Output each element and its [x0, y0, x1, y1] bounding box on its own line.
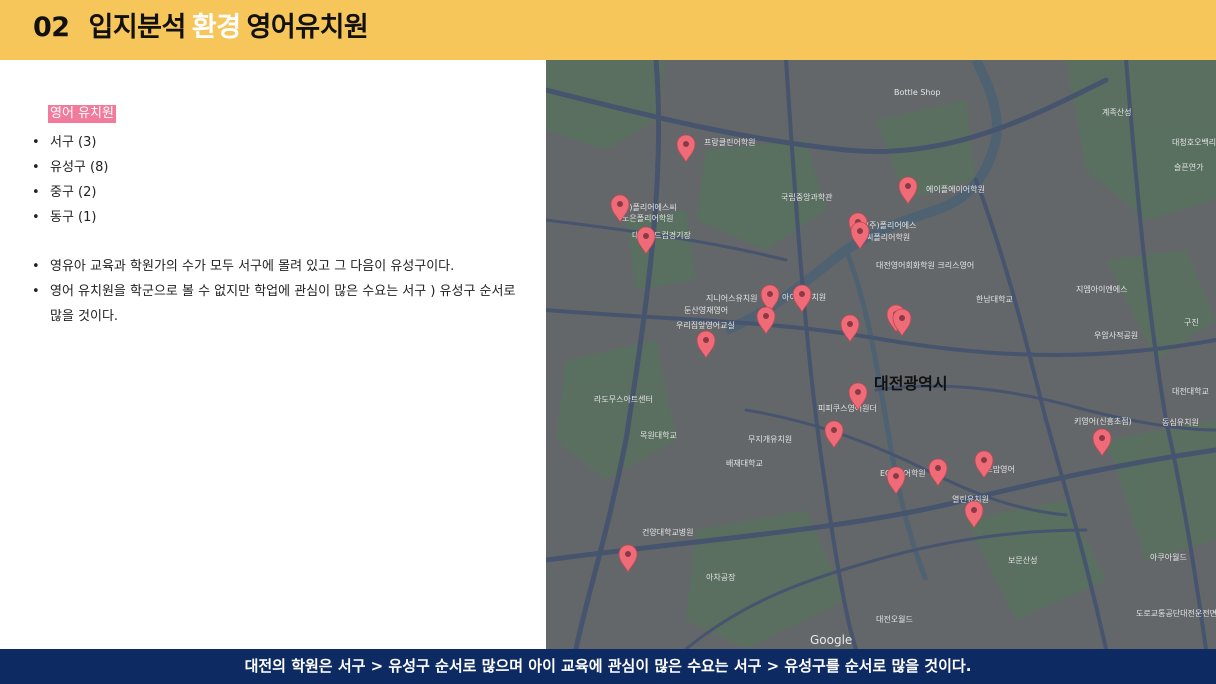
map-place-label: 아차공장	[706, 572, 736, 582]
map-place-label: 노은폴리어학원	[622, 213, 674, 223]
footer-text: 대전의 학원은 서구 > 유성구 순서로 많으며 아이 교육에 관심이 많은 수…	[244, 657, 972, 675]
map-place-label: 우암사적공원	[1094, 330, 1138, 340]
map-place-label: 건양대학교병원	[642, 527, 694, 537]
map-place-label: 국립중앙과학관	[781, 192, 833, 202]
district-item: 유성구 (8)	[32, 155, 532, 180]
map-place-label: (주)폴리어에스	[866, 220, 916, 230]
map-place-label: 에이플에이어학원	[926, 184, 985, 194]
district-item: 동구 (1)	[32, 205, 532, 230]
map-place-label: 슬픈연가	[1174, 162, 1204, 172]
map-place-label: 둔산영재영어	[684, 305, 728, 315]
map-place-label: Bottle Shop	[894, 88, 940, 97]
map-place-label: 대전영어회화학원 크리스영어	[876, 260, 974, 270]
notes-list: 영유아 교육과 학원가의 수가 모두 서구에 몰려 있고 그 다음이 유성구이다…	[32, 254, 522, 329]
map-place-label: 한남대학교	[976, 294, 1013, 304]
map-place-label: 피피쿠스영어원더	[818, 403, 877, 413]
map-place-label: 도로교통공단대전운전면허시험장	[1136, 608, 1216, 618]
title-part1: 입지분석	[88, 12, 186, 43]
map-place-label: 라도무스아트센터	[594, 394, 653, 404]
map-image: 대전광역시 프랑클린어학원 Bottle Shop 계족산성대청호오백리길슬픈연가에…	[546, 60, 1216, 649]
district-item: 중구 (2)	[32, 180, 532, 205]
map-place-label: 동심유치원	[1162, 417, 1199, 427]
map-place-label: 지니어스유치원	[706, 293, 758, 303]
district-list: 서구 (3) 유성구 (8) 중구 (2) 동구 (1)	[32, 130, 532, 230]
map-place-label: 보문산성	[1008, 555, 1037, 565]
map-place-label: 지엠아이엔에스	[1076, 284, 1128, 294]
map-place-label: 수)폴리어에스씨	[622, 202, 677, 212]
footer-bar: 대전의 학원은 서구 > 유성구 순서로 많으며 아이 교육에 관심이 많은 수…	[0, 649, 1216, 684]
map-place-label: 대전오월드	[876, 614, 913, 624]
city-label: 대전광역시	[874, 374, 948, 393]
map-place-label: 대청호오백리길	[1172, 137, 1216, 147]
google-logo: Google	[810, 633, 852, 647]
text-panel: 영어 유치원 서구 (3) 유성구 (8) 중구 (2) 동구 (1) 영유아 …	[0, 60, 546, 649]
map-canvas: 대전광역시 프랑클린어학원 Bottle Shop 계족산성대청호오백리길슬픈연가에…	[546, 60, 1216, 649]
map-place-label: 씨폴리어학원	[866, 232, 910, 242]
page-title: 02 입지분석 환경 영어유치원	[33, 11, 369, 45]
category-tag: 영어 유치원	[48, 105, 116, 123]
note-item: 영어 유치원을 학군으로 볼 수 없지만 학업에 관심이 많은 수요는 서구 )…	[32, 279, 522, 329]
map-place-label: 대전대학교	[1172, 386, 1209, 396]
title-part2: 영어유치원	[246, 12, 369, 43]
map-place-label: 키영어(신흥초점)	[1074, 416, 1132, 426]
map-place-label: 프랑클린어학원	[704, 137, 756, 147]
map-place-label: 배재대학교	[726, 458, 763, 468]
title-highlight: 환경	[191, 12, 241, 43]
map-place-label: 우리집앞영어교실	[676, 320, 735, 330]
header-bar: 02 입지분석 환경 영어유치원	[0, 0, 1216, 60]
map-place-label: 목원대학교	[640, 430, 677, 440]
map-place-label: 무지개유치원	[748, 434, 792, 444]
map-place-label: 계족산성	[1102, 107, 1131, 117]
note-item: 영유아 교육과 학원가의 수가 모두 서구에 몰려 있고 그 다음이 유성구이다…	[32, 254, 522, 279]
map-place-label: 구진	[1184, 317, 1199, 327]
section-number: 02	[33, 12, 70, 43]
district-item: 서구 (3)	[32, 130, 532, 155]
map-place-label: 아쿠아월드	[1150, 552, 1187, 562]
